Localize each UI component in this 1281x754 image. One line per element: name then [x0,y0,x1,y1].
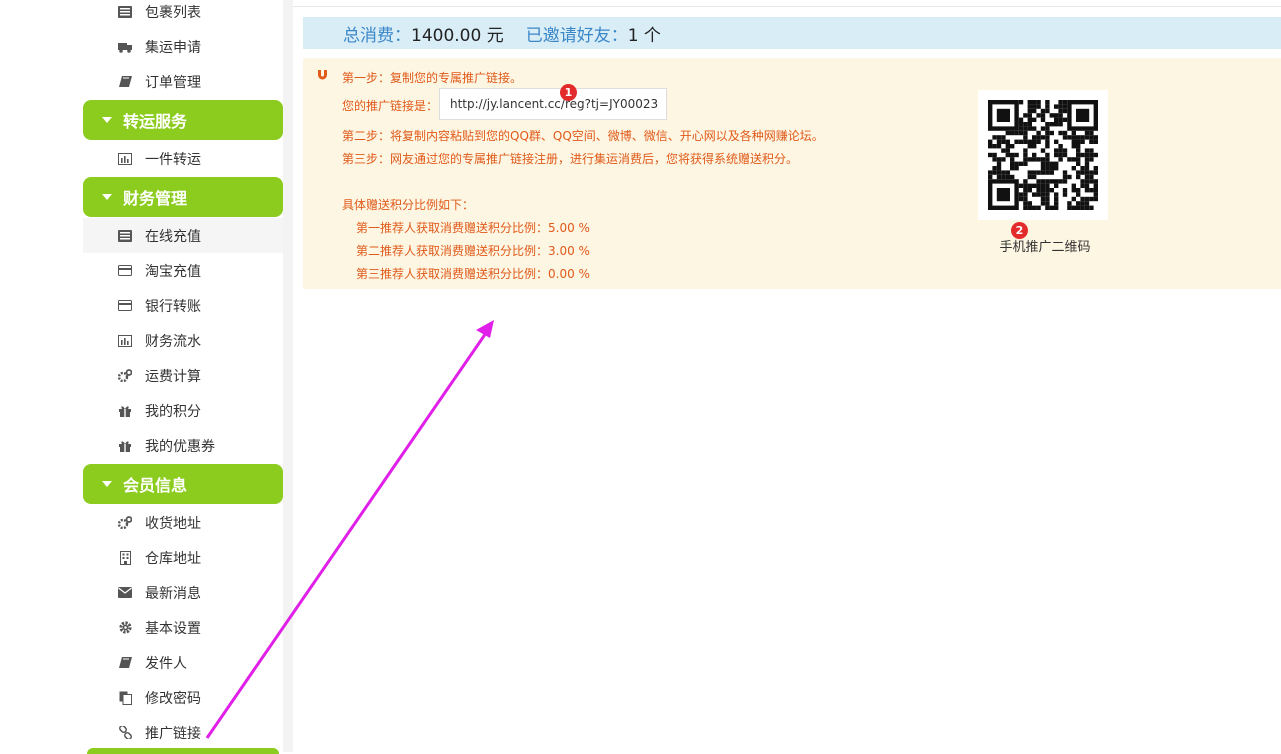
qr-label: 手机推广二维码 [999,240,1091,255]
group-header-transfer-service[interactable]: 转运服务 [83,100,283,140]
sidebar-item-label: 推广链接 [145,725,201,742]
sidebar-separator [283,0,293,752]
gears-icon [118,516,132,530]
copy-icon [118,691,132,705]
link-label: 您的推广链接是： [342,99,439,113]
sidebar-item-shipping-address[interactable]: 收货地址 [83,505,283,540]
sidebar-item-warehouse-address[interactable]: 仓库地址 [83,540,283,575]
gears-icon [118,369,132,383]
sidebar-item-parcel-list[interactable]: 包裹列表 [83,0,283,29]
sidebar-item-latest-messages[interactable]: 最新消息 [83,575,283,610]
sidebar-item-label: 最新消息 [145,585,201,602]
sidebar-item-taobao-recharge[interactable]: 淘宝充值 [83,253,283,288]
qr-code [978,90,1108,220]
sidebar-item-sender[interactable]: 发件人 [83,645,283,680]
sidebar-item-label: 包裹列表 [145,4,201,21]
sidebar-item-my-points[interactable]: 我的积分 [83,393,283,428]
group-header-finance[interactable]: 财务管理 [83,177,283,217]
sidebar-item-promo-link[interactable]: 推广链接 [83,715,283,750]
sidebar-item-label: 一件转运 [145,151,201,168]
sidebar-item-label: 运费计算 [145,368,201,385]
gift-icon [118,439,132,453]
card-icon [118,264,132,278]
sidebar-item-online-recharge[interactable]: 在线充值 [83,218,283,253]
next-group-header-edge [87,748,279,754]
magnet-icon [317,70,328,85]
total-spend-value: 1400.00 元 [411,25,504,46]
sidebar: 包裹列表 集运申请 订单管理 转运服务 一件转运 财务管理 在线充值 淘宝充值 … [83,0,283,754]
bar-chart-icon [118,152,132,166]
gift-icon [118,404,132,418]
sidebar-item-one-piece-transfer[interactable]: 一件转运 [83,141,283,176]
annotation-badge-1: 1 [560,84,577,101]
total-spend-label: 总消费： [343,25,411,46]
sidebar-item-finance-flow[interactable]: 财务流水 [83,323,283,358]
sidebar-item-label: 我的积分 [145,403,201,420]
ratio-second: 第二推荐人获取消费赠送积分比例：3.00 % [356,244,590,258]
sidebar-item-label: 修改密码 [145,690,201,707]
sidebar-item-change-password[interactable]: 修改密码 [83,680,283,715]
step-two-text: 第二步：将复制内容粘贴到您的QQ群、QQ空间、微博、微信、开心网以及各种网赚论坛… [342,129,824,143]
invited-value: 1 个 [627,25,661,46]
group-title: 财务管理 [123,189,188,208]
list-icon [118,5,132,19]
sidebar-item-label: 订单管理 [145,74,201,91]
group-title: 转运服务 [123,112,188,131]
sidebar-item-label: 收货地址 [145,515,201,532]
ratio-first: 第一推荐人获取消费赠送积分比例：5.00 % [356,221,590,235]
sidebar-item-label: 银行转账 [145,298,201,315]
list-icon [118,229,132,243]
sidebar-item-label: 集运申请 [145,39,201,56]
envelope-icon [118,586,132,600]
group-header-member-info[interactable]: 会员信息 [83,464,283,504]
sidebar-item-consolidation-apply[interactable]: 集运申请 [83,29,283,64]
left-gutter [0,0,83,752]
card-icon [118,299,132,313]
sidebar-item-basic-settings[interactable]: 基本设置 [83,610,283,645]
caret-down-icon [102,194,112,200]
step-one-text: 第一步：复制您的专属推广链接。 [342,71,523,85]
promo-link-input[interactable]: http://jy.lancent.cc/reg?tj=JY00023 [439,88,667,120]
sidebar-item-label: 仓库地址 [145,550,201,567]
sidebar-item-label: 发件人 [145,655,187,672]
ratio-third: 第三推荐人获取消费赠送积分比例：0.00 % [356,267,590,281]
sidebar-item-freight-calc[interactable]: 运费计算 [83,358,283,393]
group-title: 会员信息 [123,476,188,495]
sidebar-item-label: 在线充值 [145,228,201,245]
sidebar-item-label: 基本设置 [145,620,201,637]
building-icon [118,550,132,565]
summary-bar: 总消费： 1400.00 元 已邀请好友： 1 个 [303,17,1281,49]
sidebar-item-bank-transfer[interactable]: 银行转账 [83,288,283,323]
invited-label: 已邀请好友： [525,25,628,46]
sidebar-item-order-management[interactable]: 订单管理 [83,64,283,99]
caret-down-icon [102,117,112,123]
sidebar-item-label: 财务流水 [145,333,201,350]
caret-down-icon [102,481,112,487]
book-icon [118,656,132,670]
main-content: 总消费： 1400.00 元 已邀请好友： 1 个 第一步：复制您的专属推广链接… [293,0,1281,752]
ratio-title: 具体赠送积分比例如下： [342,198,475,212]
book-icon [118,75,132,89]
promotion-panel: 第一步：复制您的专属推广链接。 您的推广链接是： http://jy.lance… [303,58,1281,289]
step-three-text: 第三步：网友通过您的专属推广链接注册，进行集运消费后，您将获得系统赠送积分。 [342,152,799,166]
sidebar-item-label: 淘宝充值 [145,263,201,280]
truck-icon [118,40,132,54]
bar-chart-icon [118,334,132,348]
sidebar-item-my-coupons[interactable]: 我的优惠券 [83,428,283,463]
sidebar-item-label: 我的优惠券 [145,438,215,455]
link-icon [118,726,132,740]
gear-icon [118,621,132,635]
